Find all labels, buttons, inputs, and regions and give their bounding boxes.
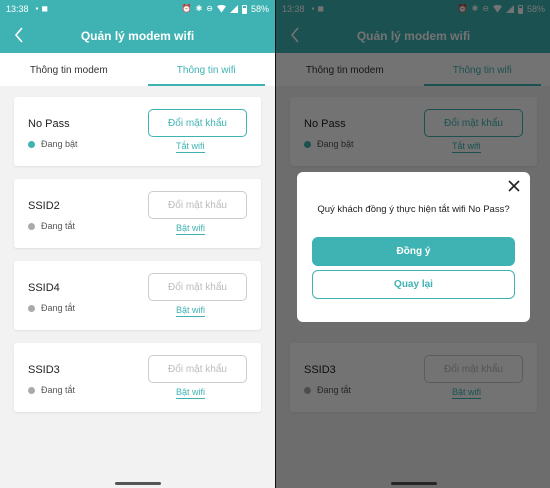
wifi-name: No Pass [28, 118, 70, 130]
back-arrow-icon[interactable] [12, 26, 26, 44]
wifi-status: Đang bật [28, 139, 78, 149]
status-time: 13:38 [6, 4, 29, 14]
wifi-status: Đang tắt [28, 303, 75, 313]
change-password-button: Đổi mật khẩu [148, 273, 247, 301]
wifi-card: SSID4 Đang tắt Đổi mật khẩu Bật wifi [14, 261, 261, 330]
wifi-status-label: Đang tắt [41, 221, 76, 231]
status-left: 13:38 ▪ ◼ [6, 4, 48, 14]
app-header: Quản lý modem wifi [0, 18, 275, 53]
back-button[interactable]: Quay lại [312, 270, 515, 299]
status-bar: 13:38 ▪ ◼ ⏰ ✱ ⊖ 58% [0, 0, 275, 18]
wifi-status: Đang tắt [28, 385, 75, 395]
status-dot-icon [28, 222, 35, 230]
alarm-icon: ⏰ [181, 4, 192, 13]
change-password-button[interactable]: Đổi mật khẩu [148, 109, 247, 137]
wifi-name: SSID3 [28, 364, 60, 376]
wifi-status-label: Đang bật [41, 139, 78, 149]
tab-bar: Thông tin modem Thông tin wifi [0, 53, 275, 86]
wifi-card: No Pass Đang bật Đổi mật khẩu Tắt wifi [14, 97, 261, 166]
status-dot-icon [28, 386, 35, 394]
wifi-card: SSID3 Đang tắt Đổi mật khẩu Bật wifi [14, 343, 261, 412]
toggle-wifi-link[interactable]: Bật wifi [176, 223, 206, 235]
confirm-dialog: Quý khách đồng ý thực hiện tắt wifi No P… [297, 172, 530, 322]
cell-signal-icon [229, 5, 238, 13]
tab-wifi-info[interactable]: Thông tin wifi [138, 53, 276, 86]
status-dot-icon [28, 140, 35, 148]
notification-icon: ▪ [35, 4, 39, 13]
toggle-wifi-link[interactable]: Bật wifi [176, 305, 206, 317]
wifi-name: SSID2 [28, 200, 60, 212]
battery-percent: 58% [250, 4, 269, 14]
wifi-status-label: Đang tắt [41, 303, 76, 313]
home-indicator[interactable] [114, 481, 161, 485]
dialog-message: Quý khách đồng ý thực hiện tắt wifi No P… [317, 204, 510, 215]
status-dot-icon [28, 304, 35, 312]
toggle-wifi-link[interactable]: Bật wifi [176, 387, 206, 399]
dnd-icon: ⊖ [206, 4, 213, 13]
wifi-status: Đang tắt [28, 221, 75, 231]
battery-icon [241, 4, 247, 14]
status-right: ⏰ ✱ ⊖ 58% [182, 4, 269, 14]
bluetooth-icon: ✱ [195, 4, 203, 13]
game-controller-icon: ◼ [41, 4, 49, 13]
toggle-wifi-link[interactable]: Tắt wifi [176, 141, 205, 153]
phone-screen-left: 13:38 ▪ ◼ ⏰ ✱ ⊖ 58% Quản lý modem wifi T… [0, 0, 275, 488]
phone-screen-right: 13:38 ▪ ◼ ⏰ ✱ ⊖ 58% Quản lý modem wifi T… [276, 0, 550, 488]
change-password-button: Đổi mật khẩu [148, 191, 247, 219]
wifi-status-label: Đang tắt [41, 385, 76, 395]
gesture-nav-bar [0, 478, 275, 488]
wifi-card: SSID2 Đang tắt Đổi mật khẩu Bật wifi [14, 179, 261, 248]
page-title: Quản lý modem wifi [80, 28, 195, 43]
close-icon[interactable] [508, 180, 520, 192]
confirm-button[interactable]: Đồng ý [312, 237, 515, 266]
wifi-name: SSID4 [28, 282, 60, 294]
tab-modem-info[interactable]: Thông tin modem [0, 53, 138, 86]
change-password-button: Đổi mật khẩu [148, 355, 247, 383]
wifi-signal-icon [216, 5, 226, 13]
